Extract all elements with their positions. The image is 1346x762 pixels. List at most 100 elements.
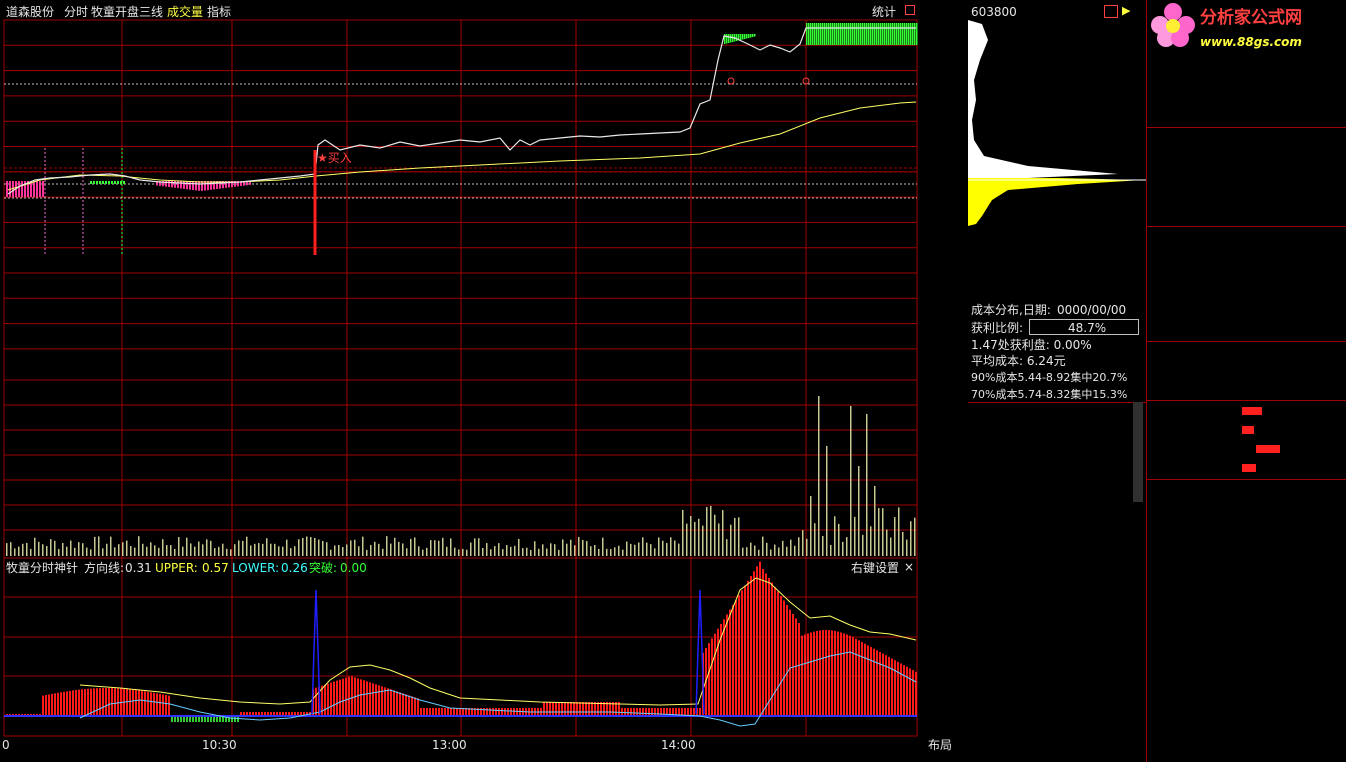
low-indicator-bar: [831, 630, 833, 716]
bottom-tab[interactable]: [0, 753, 26, 762]
low-indicator-bar: [411, 696, 413, 716]
low-indicator-bar: [114, 688, 116, 716]
volume-bar: [366, 549, 368, 556]
low-indicator-bar: [810, 632, 812, 716]
bottom-tab[interactable]: [562, 753, 618, 762]
quote-row: [1148, 228, 1346, 247]
volume-bar: [94, 536, 96, 556]
low-indicator-bar: [126, 689, 128, 716]
bottom-tab[interactable]: [226, 753, 282, 762]
bottom-tab[interactable]: [26, 753, 58, 762]
volume-bar: [594, 544, 596, 556]
volume-bar: [530, 549, 532, 556]
low-indicator-bar: [438, 708, 440, 716]
window-icon[interactable]: [905, 5, 915, 15]
volume-bar: [910, 521, 912, 556]
indicator-tab[interactable]: 指标: [207, 6, 231, 18]
volume-bar: [878, 508, 880, 556]
upper-label: UPPER:: [155, 561, 198, 575]
volume-bar: [238, 540, 240, 556]
sector-scrollbar[interactable]: [1133, 402, 1143, 502]
lower-title[interactable]: 牧童分时神针: [6, 562, 78, 574]
bottom-tab[interactable]: [338, 753, 394, 762]
low-indicator-bar: [738, 595, 740, 716]
volume-label[interactable]: 成交量: [167, 6, 203, 18]
low-indicator-bar: [819, 630, 821, 716]
flower-logo-icon: [1148, 0, 1198, 50]
low-indicator-bar: [450, 708, 452, 716]
bottom-tab[interactable]: [394, 753, 450, 762]
close-icon[interactable]: ×: [904, 561, 914, 573]
volume-bar: [842, 541, 844, 556]
bottom-tab[interactable]: [158, 753, 226, 762]
low-indicator-bar: [429, 708, 431, 716]
low-indicator-bar: [66, 691, 68, 716]
volume-bar: [454, 547, 456, 556]
arrow-right-icon[interactable]: ▶: [1122, 5, 1130, 16]
stock-name[interactable]: 道森股份: [6, 6, 54, 18]
volume-bar: [370, 544, 372, 556]
low-indicator-bar: [714, 633, 716, 716]
tab-fenshi[interactable]: 分时: [64, 6, 88, 18]
limit-bar: [818, 23, 820, 45]
volume-bar: [494, 546, 496, 556]
low-indicator-bar: [687, 708, 689, 716]
volume-bar: [134, 547, 136, 556]
volume-bar: [658, 537, 660, 556]
bottom-tab[interactable]: [450, 753, 506, 762]
volume-bar: [618, 545, 620, 556]
limit-bar: [834, 23, 836, 45]
low-indicator-bar: [789, 609, 791, 716]
volume-bar: [26, 542, 28, 556]
volume-bar: [318, 539, 320, 556]
limit-bar: [850, 23, 852, 45]
limit-bar: [840, 23, 842, 45]
limit-bar: [742, 34, 744, 40]
volume-bar: [390, 543, 392, 556]
bottom-tab[interactable]: [58, 753, 114, 762]
signal-bar: [90, 181, 92, 184]
low-indicator-bar: [375, 684, 377, 716]
volume-bar: [682, 509, 684, 556]
tab-jiangsu[interactable]: [1068, 753, 1134, 762]
quote-row: [1148, 362, 1346, 381]
limit-bar: [908, 23, 910, 45]
volume-bar: [166, 545, 168, 556]
volume-bar: [478, 538, 480, 556]
bottom-tab[interactable]: [114, 753, 158, 762]
volume-bar: [110, 536, 112, 556]
main-chart[interactable]: ★买入: [0, 0, 968, 762]
volume-bar: [146, 546, 148, 556]
chip-line-1: 1.47处获利盘: 0.00%: [971, 338, 1092, 352]
volume-bar: [686, 523, 688, 556]
volume-bar: [830, 544, 832, 556]
volume-bar: [582, 539, 584, 556]
tick-row: [1148, 535, 1346, 553]
volume-bar: [774, 544, 776, 556]
low-indicator-bar: [339, 679, 341, 716]
volume-bar: [418, 546, 420, 556]
layout-button[interactable]: 布局: [928, 739, 952, 751]
volume-bar: [382, 548, 384, 556]
right-click-settings[interactable]: 右键设置: [851, 562, 899, 574]
low-indicator-bar: [756, 566, 758, 716]
volume-bar: [614, 547, 616, 556]
volume-bar: [414, 537, 416, 556]
bottom-tab[interactable]: [506, 753, 562, 762]
stats-button[interactable]: 统计: [872, 6, 896, 18]
volume-bar: [306, 536, 308, 556]
bottom-tab[interactable]: [282, 753, 338, 762]
volume-bar: [198, 541, 200, 556]
low-indicator-bar: [165, 695, 167, 716]
volume-bar: [438, 540, 440, 556]
tab-related[interactable]: [1003, 753, 1061, 762]
limit-bar: [728, 34, 730, 43]
signal-bar: [177, 181, 179, 189]
low-indicator-bar: [78, 689, 80, 716]
low-indicator-bar: [717, 628, 719, 716]
low-indicator-bar: [360, 679, 362, 716]
doc-icon[interactable]: [1104, 5, 1118, 18]
volume-bar: [142, 543, 144, 556]
low-indicator-bar: [69, 690, 71, 716]
indicator-name[interactable]: 牧童开盘三线: [91, 6, 163, 18]
